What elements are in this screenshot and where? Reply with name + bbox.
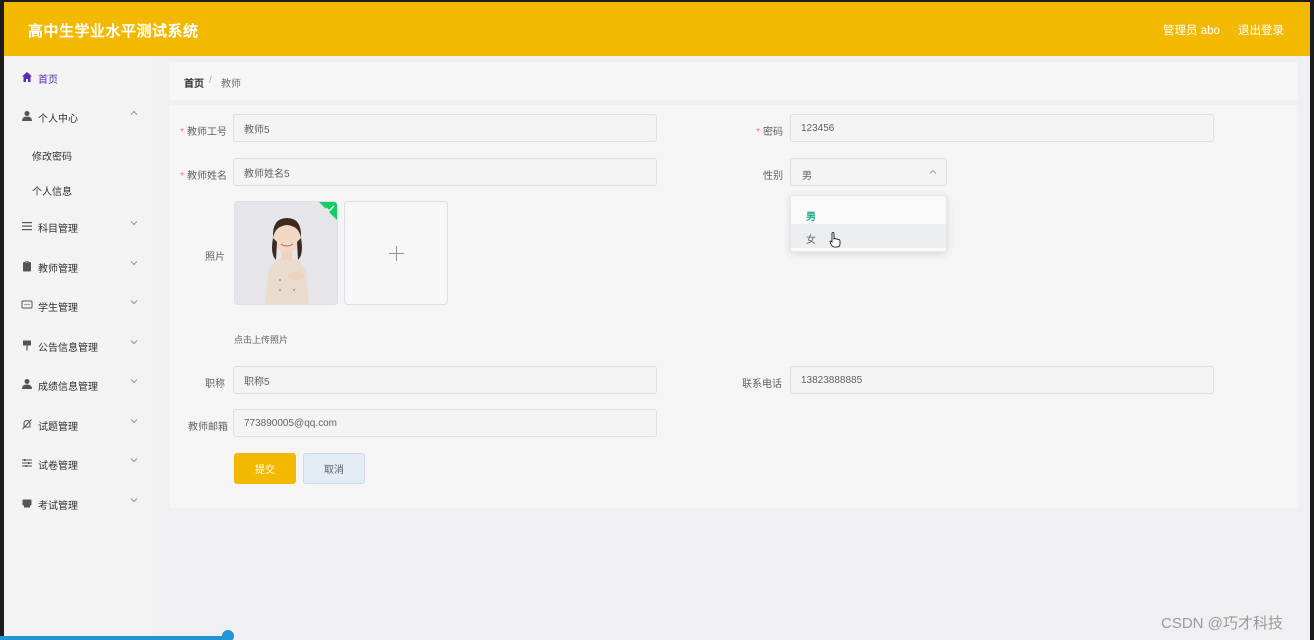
chevron-down-icon	[130, 340, 138, 345]
email-label: 教师邮箱	[188, 422, 228, 433]
sidebar-item-label: 个人信息	[32, 187, 72, 198]
title-input[interactable]	[233, 366, 657, 394]
breadcrumb-home[interactable]: 首页	[184, 75, 204, 90]
sidebar-item-questions[interactable]: 试题管理	[4, 409, 152, 439]
list-icon	[22, 222, 32, 231]
video-progress-handle[interactable]	[222, 630, 234, 640]
top-header: 高中生学业水平测试系统 管理员 abo 退出登录	[4, 2, 1310, 56]
chat-icon	[21, 300, 33, 309]
clipboard-icon	[23, 261, 31, 272]
chevron-down-icon	[130, 379, 138, 384]
teacher-id-input[interactable]	[233, 114, 657, 142]
gender-select-value: 男	[802, 171, 812, 182]
sidebar-item-label: 试卷管理	[38, 461, 78, 472]
chevron-down-icon	[130, 498, 138, 503]
home-icon	[22, 72, 32, 82]
sidebar-subitem-change-password[interactable]: 修改密码	[4, 139, 152, 167]
password-label: * 密码	[756, 127, 783, 138]
gender-select[interactable]: 男	[790, 158, 947, 186]
chevron-down-icon	[130, 221, 138, 226]
option-label: 男	[806, 212, 816, 223]
sidebar-item-announcements[interactable]: 公告信息管理	[4, 330, 152, 360]
sidebar-item-label: 个人中心	[38, 114, 78, 125]
sidebar-item-label: 学生管理	[38, 303, 78, 314]
sidebar-item-label: 修改密码	[32, 152, 72, 163]
video-progress-bar[interactable]	[0, 636, 228, 640]
window-frame-right	[1310, 0, 1314, 640]
sidebar-item-label: 试题管理	[38, 422, 78, 433]
email-input[interactable]	[233, 409, 657, 437]
breadcrumb-separator: /	[209, 75, 212, 86]
sidebar-item-grades[interactable]: 成绩信息管理	[4, 369, 152, 399]
chevron-down-icon	[130, 419, 138, 424]
phone-label: 联系电话	[742, 379, 782, 390]
sidebar-item-label: 成绩信息管理	[38, 382, 98, 393]
watermark: CSDN @巧才科技	[1161, 615, 1283, 632]
chevron-up-icon	[130, 110, 138, 115]
sidebar-item-subjects[interactable]: 科目管理	[4, 211, 152, 241]
teacher-form: *教师工号 *密码 *教师姓名 性别 男 男 女 照片	[169, 105, 1298, 508]
gender-dropdown: 男 女	[790, 195, 947, 252]
title-label: 职称	[205, 379, 225, 390]
sidebar-item-personal-center[interactable]: 个人中心	[4, 101, 152, 131]
sidebar-item-label: 首页	[38, 75, 58, 86]
password-input[interactable]	[790, 114, 1214, 142]
sidebar-item-home[interactable]: 首页	[4, 62, 152, 92]
logout-link[interactable]: 退出登录	[1238, 22, 1284, 38]
sliders-icon	[22, 459, 32, 467]
breadcrumb: 首页 / 教师	[169, 62, 1298, 100]
sidebar-item-label: 公告信息管理	[38, 343, 98, 354]
sidebar: 首页 个人中心 修改密码 个人信息 科目管理 教师管理 学生管理 公告信息管理 …	[4, 56, 152, 640]
teacher-name-input[interactable]	[233, 158, 657, 186]
bell-off-icon	[22, 419, 32, 430]
sidebar-item-exams[interactable]: 考试管理	[4, 488, 152, 518]
sidebar-item-label: 科目管理	[38, 224, 78, 235]
gender-label: 性别	[763, 171, 783, 182]
option-label: 女	[806, 235, 816, 246]
gender-option-female[interactable]: 女	[791, 224, 946, 248]
sidebar-item-students[interactable]: 学生管理	[4, 290, 152, 320]
teacher-id-label: * 教师工号	[180, 127, 227, 138]
sidebar-item-label: 教师管理	[38, 264, 78, 275]
gender-option-male[interactable]: 男	[791, 201, 946, 225]
sidebar-subitem-personal-info[interactable]: 个人信息	[4, 174, 152, 202]
chevron-down-icon	[130, 261, 138, 266]
sidebar-item-label: 考试管理	[38, 501, 78, 512]
chevron-up-icon	[929, 169, 937, 174]
photo-label: 照片	[205, 252, 225, 263]
teacher-name-label: * 教师姓名	[180, 171, 227, 182]
cancel-button[interactable]: 取消	[303, 453, 365, 484]
photo-upload-hint: 点击上传照片	[234, 335, 289, 345]
chevron-down-icon	[130, 300, 138, 305]
sidebar-item-teachers[interactable]: 教师管理	[4, 251, 152, 281]
user-icon	[22, 379, 32, 389]
user-icon	[22, 111, 32, 121]
box-icon	[22, 499, 32, 508]
photo-upload-button[interactable]	[344, 201, 448, 305]
plus-icon-vertical	[396, 246, 397, 261]
sidebar-item-papers[interactable]: 试卷管理	[4, 448, 152, 478]
teacher-photo-image	[235, 202, 337, 304]
submit-button[interactable]: 提交	[234, 453, 296, 484]
current-user: 管理员 abo	[1163, 25, 1220, 37]
chevron-down-icon	[130, 458, 138, 463]
hand-cursor-icon	[829, 232, 841, 248]
sign-icon	[23, 340, 31, 351]
breadcrumb-current: 教师	[221, 79, 241, 90]
phone-input[interactable]	[790, 366, 1214, 394]
teacher-photo[interactable]	[234, 201, 338, 305]
app-title: 高中生学业水平测试系统	[28, 23, 199, 40]
